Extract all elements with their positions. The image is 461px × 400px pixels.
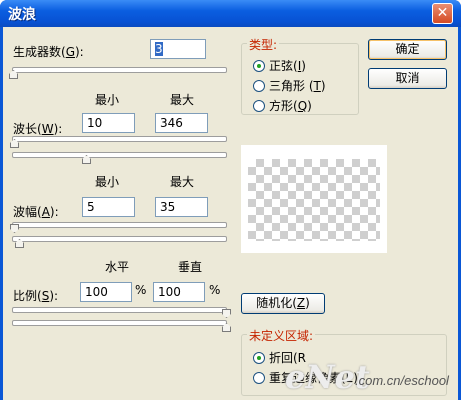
wavelength-max-header: 最大 [170,93,195,107]
scale-vertical-slider-track[interactable] [12,320,227,326]
type-option-square-label: 方形(Q) [269,97,312,114]
type-option-sine[interactable]: 正弦(I) [253,57,306,74]
wavelength-label-suffix: ): [53,122,63,136]
window-title: 波浪 [8,7,36,23]
triangle-hotkey: T [313,79,321,93]
randomize-suffix: ) [305,296,310,310]
generators-value: 3 [155,42,163,56]
title-bar[interactable]: 波浪 ✕ [0,0,461,27]
scale-vertical-header: 垂直 [178,260,203,274]
amplitude-max-input[interactable]: 35 [155,197,208,217]
scale-vertical-input[interactable]: 100 [153,282,205,302]
cancel-button[interactable]: 取消 [368,68,447,89]
wavelength-label-text: 波长( [13,122,42,136]
scale-horizontal-header: 水平 [105,260,130,274]
triangle-radio-icon [253,79,265,92]
randomize-hotkey: Z [296,296,306,310]
amplitude-label-text: 波幅( [13,205,42,219]
wavelength-min-header: 最小 [95,93,120,107]
watermark-site: .com.cn/eschool [355,373,449,388]
dialog-body: 生成器数(G): 3 最小 最大 波长(W): 10 346 最小 最大 波幅(… [3,27,458,400]
square-text: 方形( [269,99,298,113]
triangle-suffix: ) [320,79,326,93]
undefined-area-title: 未定义区域: [247,327,316,344]
amplitude-min-slider-thumb[interactable] [10,224,19,233]
scale-vertical-percent: % [209,283,221,297]
generators-hotkey: G [65,45,75,59]
generators-input[interactable]: 3 [150,39,206,59]
scale-label-text: 比例( [13,289,42,303]
wavelength-max-input[interactable]: 346 [155,113,208,133]
generators-slider-track[interactable] [12,67,227,73]
scale-horizontal-slider-thumb[interactable] [222,309,231,318]
wavelength-hotkey: W [41,122,54,136]
wavelength-min-input[interactable]: 10 [82,113,135,133]
amplitude-label-suffix: ): [49,205,59,219]
wavelength-max-slider-track[interactable] [12,152,227,158]
scale-horizontal-slider-track[interactable] [12,307,227,313]
scale-label: 比例(S): [13,287,58,304]
amplitude-hotkey: A [41,205,50,219]
amplitude-max-slider-track[interactable] [12,236,227,242]
repeat-edge-radio-icon [253,371,265,384]
type-option-square[interactable]: 方形(Q) [253,97,312,114]
generators-label-text: 生成器数( [13,45,66,59]
square-radio-icon [253,99,265,112]
preview-pane [241,145,387,253]
type-option-triangle-label: 三角形 (T) [269,77,326,94]
ok-button[interactable]: 确定 [368,39,447,60]
close-icon: ✕ [436,5,449,21]
generators-label-suffix: ): [75,45,84,59]
scale-label-suffix: ): [49,289,59,303]
wavelength-min-slider-track[interactable] [12,136,227,142]
scale-horizontal-input[interactable]: 100 [80,282,132,302]
scale-horizontal-percent: % [135,283,147,297]
amplitude-min-slider-track[interactable] [12,222,227,228]
type-group-title: 类型: [247,36,280,53]
wrap-radio-icon [253,351,265,364]
amplitude-label: 波幅(A): [13,203,59,220]
amplitude-max-header: 最大 [170,175,195,189]
sine-text: 正弦( [269,59,298,73]
wavelength-label: 波长(W): [13,120,62,137]
triangle-text: 三角形 ( [269,79,314,93]
generators-label: 生成器数(G): [13,43,84,60]
wave-dialog: 波浪 ✕ 生成器数(G): 3 最小 最大 波长(W): 10 346 最小 最… [0,0,461,400]
preview-checkerboard [248,159,380,241]
amplitude-min-header: 最小 [95,175,120,189]
randomize-button[interactable]: 随机化(Z) [241,293,325,314]
square-suffix: ) [307,99,312,113]
sine-suffix: ) [301,59,306,73]
type-option-sine-label: 正弦(I) [269,57,306,74]
close-button[interactable]: ✕ [432,3,453,24]
amplitude-min-input[interactable]: 5 [82,197,135,217]
sine-radio-icon [253,59,265,72]
square-hotkey: Q [297,99,308,113]
randomize-text: 随机化( [256,296,297,310]
type-option-triangle[interactable]: 三角形 (T) [253,77,326,94]
